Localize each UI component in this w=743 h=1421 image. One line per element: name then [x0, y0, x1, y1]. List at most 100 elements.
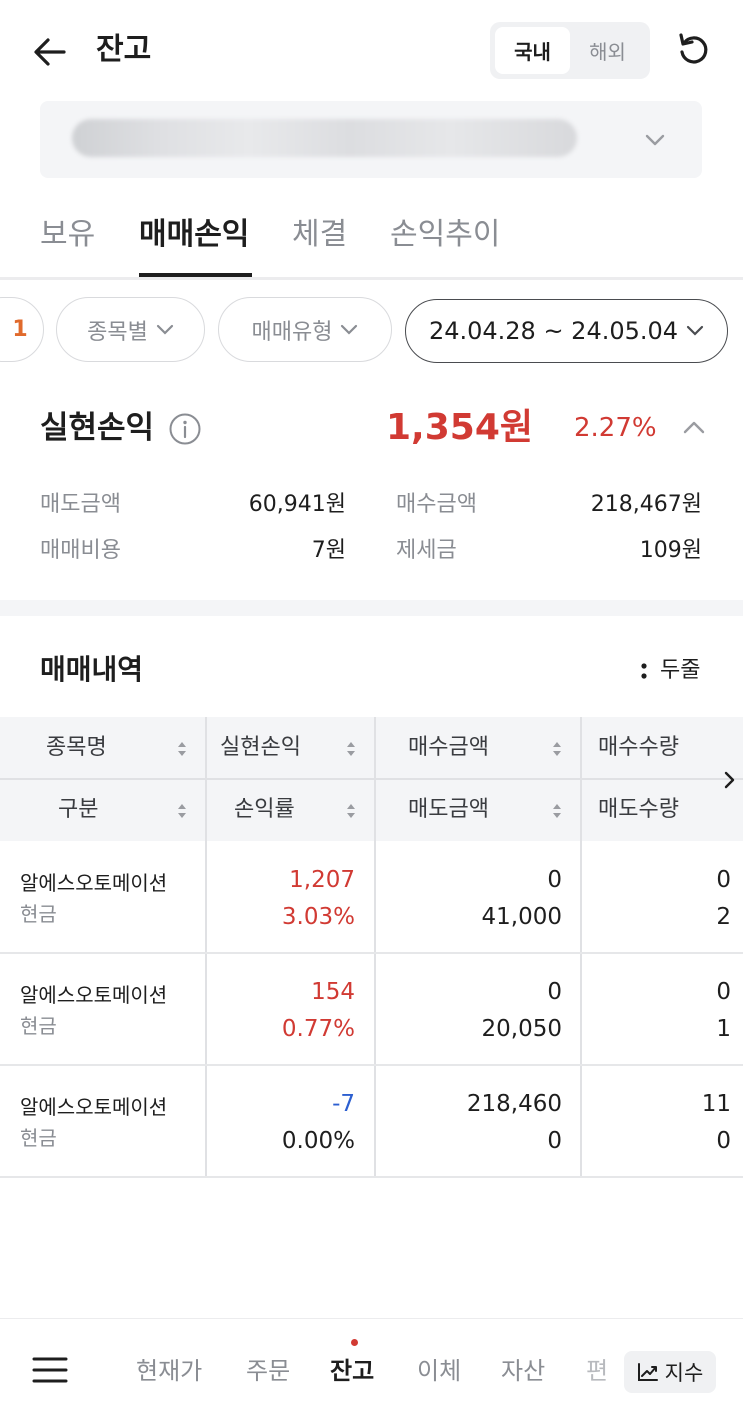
realized-pnl-title: 실현손익 — [40, 410, 155, 446]
sort-icon[interactable] — [550, 738, 564, 760]
back-button[interactable] — [28, 30, 72, 74]
market-segment: 국내 해외 — [490, 22, 650, 79]
col-divider — [580, 841, 582, 1177]
page-title: 잔고 — [96, 32, 152, 67]
col-header-buy-qty[interactable]: 매수수량 — [598, 733, 679, 763]
chevron-up-icon[interactable] — [680, 416, 708, 438]
row-divider — [0, 1064, 743, 1066]
account-selector[interactable] — [40, 101, 702, 178]
buy-qty: 0 — [716, 867, 731, 893]
two-dots-icon — [641, 663, 647, 679]
trade-history-title: 매매내역 — [40, 653, 144, 686]
row-divider — [0, 952, 743, 954]
two-line-toggle[interactable]: 두줄 — [640, 656, 700, 686]
active-tab-indicator — [139, 273, 252, 277]
chevron-down-icon — [341, 324, 358, 335]
stock-name: 알에스오토메이션 — [20, 1095, 168, 1119]
refresh-icon — [679, 33, 708, 64]
tab-executions[interactable]: 체결 — [292, 215, 347, 255]
filter-by-stock[interactable]: 종목별 — [56, 297, 205, 362]
realized-pnl-amount: 1,354원 — [386, 407, 533, 448]
col-header-pnl-rate[interactable]: 손익률 — [234, 795, 295, 825]
col-divider — [374, 717, 376, 841]
refresh-button[interactable] — [672, 28, 716, 72]
buy-qty: 0 — [716, 979, 731, 1005]
sort-icon[interactable] — [175, 800, 189, 822]
pnl-rate: 0.00% — [281, 1128, 355, 1154]
col-divider — [374, 841, 376, 1177]
header-divider — [0, 778, 743, 780]
index-button[interactable]: 지수 — [624, 1351, 716, 1393]
sell-amount: 41,000 — [481, 904, 562, 930]
stock-name: 알에스오토메이션 — [20, 871, 168, 895]
buy-amount-value: 218,467원 — [590, 492, 702, 517]
tab-trade-pnl[interactable]: 매매손익 — [139, 215, 249, 255]
col-header-sell-amount[interactable]: 매도금액 — [408, 795, 489, 825]
realized-pnl-rate: 2.27% — [574, 413, 657, 443]
col-header-buy-amount[interactable]: 매수금액 — [408, 733, 489, 763]
tab-bar: 보유 매매손익 체결 손익추이 — [0, 200, 743, 280]
trade-type: 현금 — [20, 1014, 57, 1038]
hamburger-menu-icon[interactable] — [32, 1356, 68, 1384]
sort-icon[interactable] — [175, 738, 189, 760]
sell-amount: 0 — [547, 1128, 562, 1154]
nav-transfer[interactable]: 이체 — [417, 1355, 461, 1387]
buy-amount: 0 — [547, 867, 562, 893]
section-divider — [0, 600, 743, 616]
filter-count: 1 — [12, 317, 28, 342]
nav-current-price[interactable]: 현재가 — [136, 1355, 202, 1387]
tab-holdings[interactable]: 보유 — [40, 215, 95, 255]
col-divider — [580, 717, 582, 841]
market-tab-domestic[interactable]: 국내 — [495, 27, 570, 74]
buy-amount-label: 매수금액 — [396, 492, 477, 517]
sort-icon[interactable] — [550, 800, 564, 822]
sell-qty: 0 — [716, 1128, 731, 1154]
tab-pnl-trend[interactable]: 손익추이 — [390, 215, 500, 255]
realized-pnl: 154 — [311, 979, 355, 1005]
sort-icon[interactable] — [344, 800, 358, 822]
filter-trade-type[interactable]: 매매유형 — [218, 297, 392, 362]
col-header-sell-qty[interactable]: 매도수량 — [598, 795, 679, 825]
index-label: 지수 — [664, 1361, 704, 1385]
buy-amount: 218,460 — [466, 1091, 562, 1117]
sell-amount: 20,050 — [481, 1016, 562, 1042]
market-tab-overseas[interactable]: 해외 — [570, 27, 645, 74]
trade-cost-label: 매매비용 — [40, 538, 121, 563]
col-header-type[interactable]: 구분 — [58, 795, 98, 825]
filter-count-chip[interactable]: 1 — [0, 297, 44, 362]
info-icon[interactable] — [168, 412, 202, 446]
stock-name: 알에스오토메이션 — [20, 983, 168, 1007]
realized-pnl: -7 — [332, 1091, 355, 1117]
sort-icon[interactable] — [344, 738, 358, 760]
sell-qty: 1 — [716, 1016, 731, 1042]
pnl-rate: 3.03% — [281, 904, 355, 930]
chevron-down-icon — [156, 324, 173, 335]
chevron-down-icon — [686, 325, 704, 336]
account-number-blurred — [72, 119, 577, 157]
col-divider — [205, 841, 207, 1177]
trend-chart-icon — [637, 1363, 658, 1381]
pnl-rate: 0.77% — [281, 1016, 355, 1042]
two-line-label: 두줄 — [660, 658, 701, 683]
chevron-down-icon — [645, 134, 665, 146]
chevron-right-icon[interactable] — [720, 768, 738, 792]
sell-qty: 2 — [716, 904, 731, 930]
buy-amount: 0 — [547, 979, 562, 1005]
filter-by-stock-label: 종목별 — [87, 319, 148, 345]
nav-balance[interactable]: 잔고 — [330, 1355, 374, 1387]
buy-qty: 11 — [701, 1091, 731, 1117]
sell-amount-value: 60,941원 — [248, 492, 346, 517]
nav-assets[interactable]: 자산 — [501, 1355, 545, 1387]
tax-label: 제세금 — [396, 538, 457, 563]
col-header-stock-name[interactable]: 종목명 — [46, 733, 107, 763]
nav-edit[interactable]: 편 — [586, 1355, 608, 1387]
filter-trade-type-label: 매매유형 — [251, 319, 333, 345]
trade-type: 현금 — [20, 902, 57, 926]
row-divider — [0, 1176, 743, 1178]
col-header-realized-pnl[interactable]: 실현손익 — [220, 733, 301, 763]
filter-date-range[interactable]: 24.04.28 ~ 24.05.04 — [405, 299, 728, 363]
arrow-left-icon — [34, 38, 66, 66]
trade-type: 현금 — [20, 1126, 57, 1150]
nav-order[interactable]: 주문 — [246, 1355, 290, 1387]
bottom-nav: 현재가 주문 잔고 이체 자산 편 지수 — [0, 1318, 743, 1421]
